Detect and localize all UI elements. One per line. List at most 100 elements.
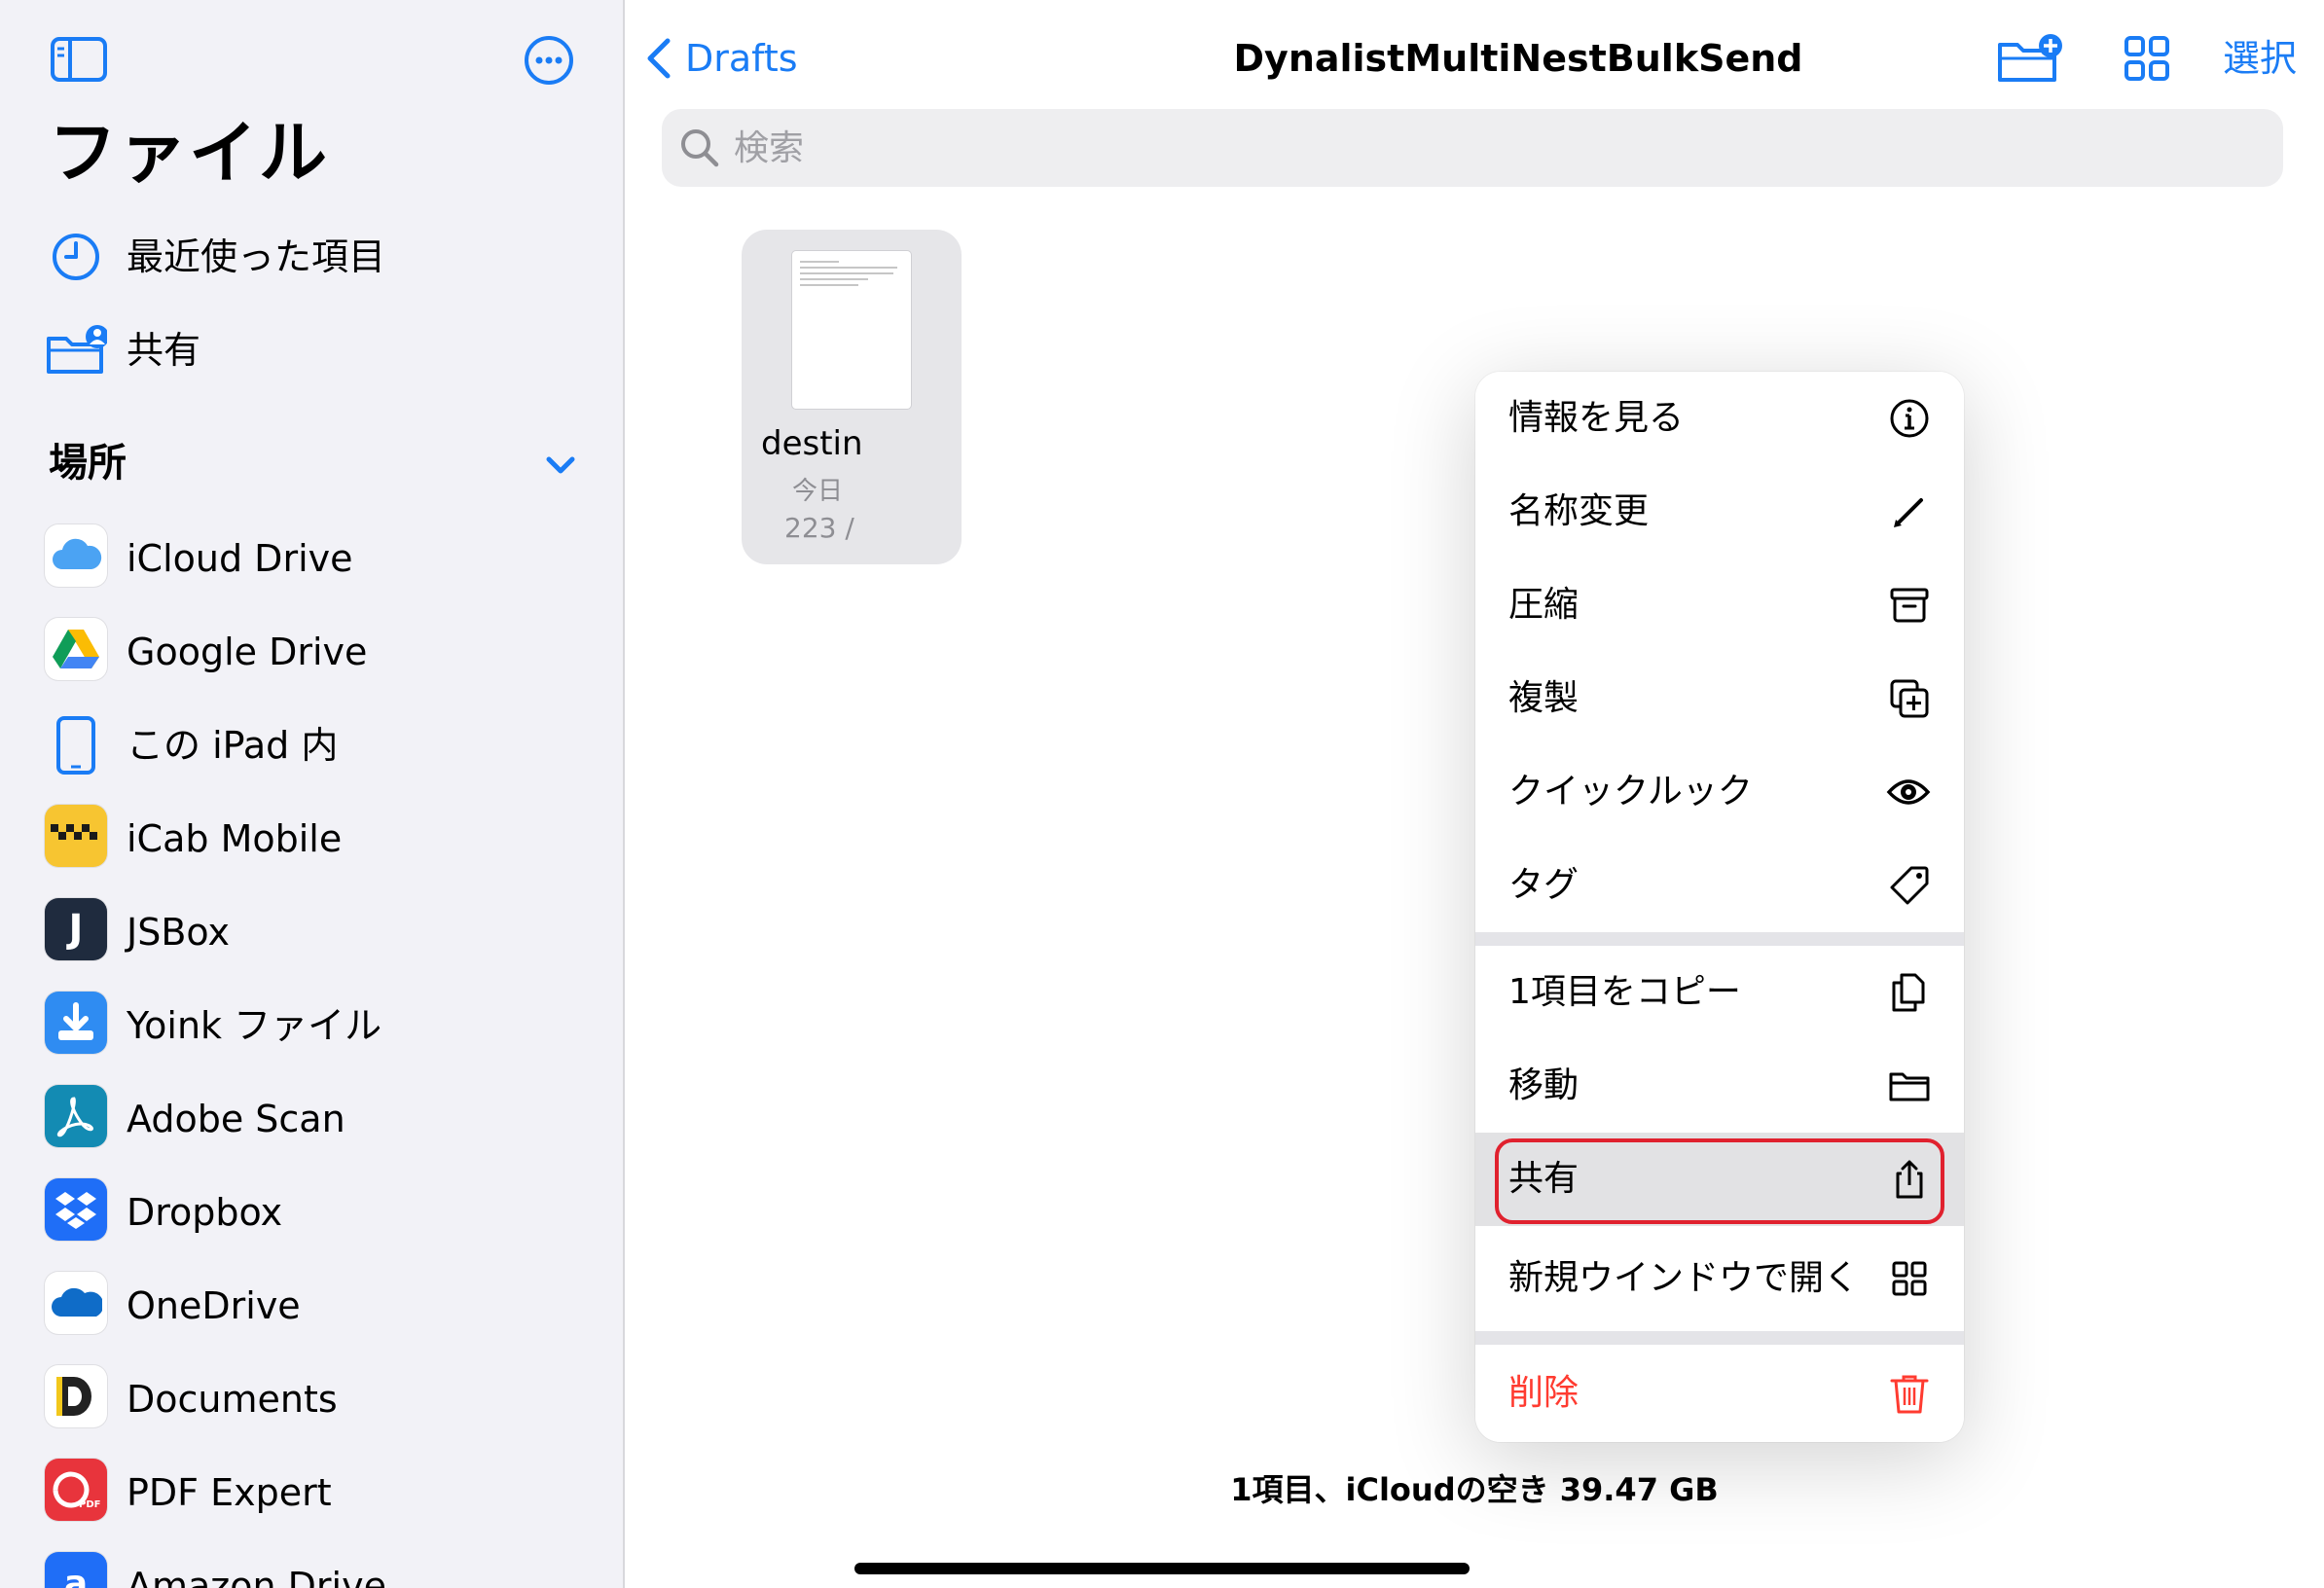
sidebar-item-on-my-ipad[interactable]: この iPad 内 <box>0 699 623 792</box>
sidebar-item-label: Google Drive <box>127 631 368 673</box>
sidebar-item-shared[interactable]: 共有 <box>0 304 623 397</box>
grid-icon <box>1892 1261 1927 1296</box>
sidebar-item-icab-mobile[interactable]: iCab Mobile <box>0 792 623 885</box>
menu-item-label: 名称変更 <box>1508 491 1650 531</box>
sidebar-item-yoink[interactable]: Yoink ファイル <box>0 979 623 1072</box>
menu-item-delete[interactable]: 削除 <box>1475 1345 1964 1442</box>
file-item[interactable]: destin 今日 223 / <box>742 230 962 564</box>
sidebar: ファイル 最近使った項目 共有 場所 iCloud Drive Google D… <box>0 0 625 1588</box>
new-folder-button[interactable] <box>1997 29 2063 88</box>
file-size: 223 / <box>784 512 854 544</box>
sidebar-item-adobe-scan[interactable]: Adobe Scan <box>0 1072 623 1166</box>
menu-item-open-new-window[interactable]: 新規ウインドウで開く <box>1475 1226 1964 1331</box>
menu-item-label: 情報を見る <box>1508 398 1685 438</box>
sidebar-item-label: 共有 <box>127 329 201 372</box>
sidebar-item-amazon-drive[interactable]: a Amazon Drive <box>0 1539 623 1588</box>
select-button[interactable]: 選択 <box>2223 29 2297 88</box>
sidebar-item-label: この iPad 内 <box>127 724 339 767</box>
sidebar-item-jsbox[interactable]: J JSBox <box>0 885 623 979</box>
shared-folder-icon <box>47 325 107 374</box>
menu-item-get-info[interactable]: 情報を見る <box>1475 372 1964 467</box>
share-icon <box>1896 1160 1923 1199</box>
sidebar-item-icloud-drive[interactable]: iCloud Drive <box>0 512 623 605</box>
sidebar-item-label: 最近使った項目 <box>127 235 386 278</box>
menu-item-label: 共有 <box>1508 1159 1580 1199</box>
sidebar-item-label: PDF Expert <box>127 1471 332 1514</box>
amazon-drive-icon: a <box>45 1552 107 1588</box>
menu-item-duplicate[interactable]: 複製 <box>1475 652 1964 747</box>
pencil-icon <box>1894 498 1923 527</box>
menu-item-rename[interactable]: 名称変更 <box>1475 465 1964 560</box>
sidebar-item-label: Dropbox <box>127 1191 283 1234</box>
sidebar-item-label: Adobe Scan <box>127 1098 345 1140</box>
locations-header: 場所 <box>49 441 127 486</box>
eye-icon <box>1886 779 1931 805</box>
main-content: Drafts DynalistMultiNestBulkSend 選択 検索 d… <box>625 0 2324 1588</box>
menu-item-label: 複製 <box>1508 678 1580 718</box>
more-options-icon[interactable] <box>524 35 574 86</box>
sidebar-item-label: OneDrive <box>127 1284 301 1327</box>
view-options-button[interactable] <box>2124 29 2170 88</box>
menu-item-label: タグ <box>1508 865 1580 905</box>
clock-icon <box>53 234 99 280</box>
menu-item-label: 1項目をコピー <box>1508 972 1741 1012</box>
menu-item-label: 新規ウインドウで開く <box>1508 1258 1860 1298</box>
storage-status: 1項目、iCloudの空き 39.47 GB <box>1230 1471 1719 1508</box>
menu-item-compress[interactable]: 圧縮 <box>1475 559 1964 654</box>
menu-item-tags[interactable]: タグ <box>1475 839 1964 932</box>
copy-icon <box>1892 973 1925 1012</box>
file-name: destin <box>761 424 863 463</box>
folder-icon <box>1889 1072 1930 1101</box>
menu-item-label: 移動 <box>1508 1065 1580 1105</box>
sidebar-item-label: Documents <box>127 1378 338 1421</box>
yoink-icon <box>45 992 107 1054</box>
sidebar-item-dropbox[interactable]: Dropbox <box>0 1166 623 1259</box>
info-icon <box>1890 399 1929 438</box>
archive-box-icon <box>1890 588 1929 623</box>
menu-item-share[interactable]: 共有 <box>1475 1133 1964 1228</box>
sidebar-toggle-icon[interactable] <box>51 37 107 82</box>
menu-separator <box>1475 1331 1964 1345</box>
onedrive-icon <box>45 1272 107 1334</box>
search-icon <box>681 129 719 167</box>
tag-icon <box>1890 866 1929 905</box>
adobe-scan-icon <box>45 1085 107 1147</box>
file-date: 今日 <box>792 477 844 506</box>
sidebar-item-onedrive[interactable]: OneDrive <box>0 1259 623 1353</box>
icloud-drive-icon <box>45 524 107 587</box>
page-title: DynalistMultiNestBulkSend <box>1233 37 1803 80</box>
menu-separator <box>1475 932 1964 946</box>
menu-item-move[interactable]: 移動 <box>1475 1039 1964 1135</box>
menu-item-label: 削除 <box>1508 1373 1580 1413</box>
sidebar-item-label: iCloud Drive <box>127 537 353 580</box>
sidebar-item-documents[interactable]: Documents <box>0 1353 623 1446</box>
home-indicator[interactable] <box>854 1563 1470 1574</box>
search-input[interactable] <box>732 126 2196 169</box>
pdf-expert-icon: PDF <box>45 1459 107 1521</box>
sidebar-item-label: iCab Mobile <box>127 817 343 860</box>
google-drive-icon <box>45 618 107 680</box>
sidebar-title: ファイル <box>49 113 329 193</box>
new-folder-icon <box>1998 34 2062 82</box>
svg-text:PDF: PDF <box>79 1499 100 1510</box>
sidebar-item-label: Yoink ファイル <box>127 1004 382 1047</box>
documents-icon <box>45 1365 107 1427</box>
trash-icon <box>1890 1375 1929 1414</box>
sidebar-item-recents[interactable]: 最近使った項目 <box>0 210 623 304</box>
menu-item-copy[interactable]: 1項目をコピー <box>1475 946 1964 1041</box>
menu-item-label: クイックルック <box>1508 772 1753 812</box>
search-bar[interactable] <box>662 109 2283 187</box>
grid-view-icon <box>2124 36 2169 81</box>
file-thumbnail <box>792 251 911 409</box>
sidebar-item-pdf-expert[interactable]: PDF PDF Expert <box>0 1446 623 1539</box>
chevron-down-icon[interactable] <box>541 446 580 485</box>
sidebar-item-google-drive[interactable]: Google Drive <box>0 605 623 699</box>
jsbox-icon: J <box>45 898 107 960</box>
menu-item-label: 圧縮 <box>1508 585 1580 625</box>
context-menu: 情報を見る 名称変更 圧縮 複製 クイックルック タグ 1項目をコピー 移動 共… <box>1475 372 1964 1442</box>
sidebar-item-label: Amazon Drive <box>127 1565 386 1588</box>
sidebar-item-label: JSBox <box>127 911 230 954</box>
menu-item-quick-look[interactable]: クイックルック <box>1475 745 1964 841</box>
dropbox-icon <box>45 1178 107 1241</box>
duplicate-icon <box>1890 679 1929 718</box>
